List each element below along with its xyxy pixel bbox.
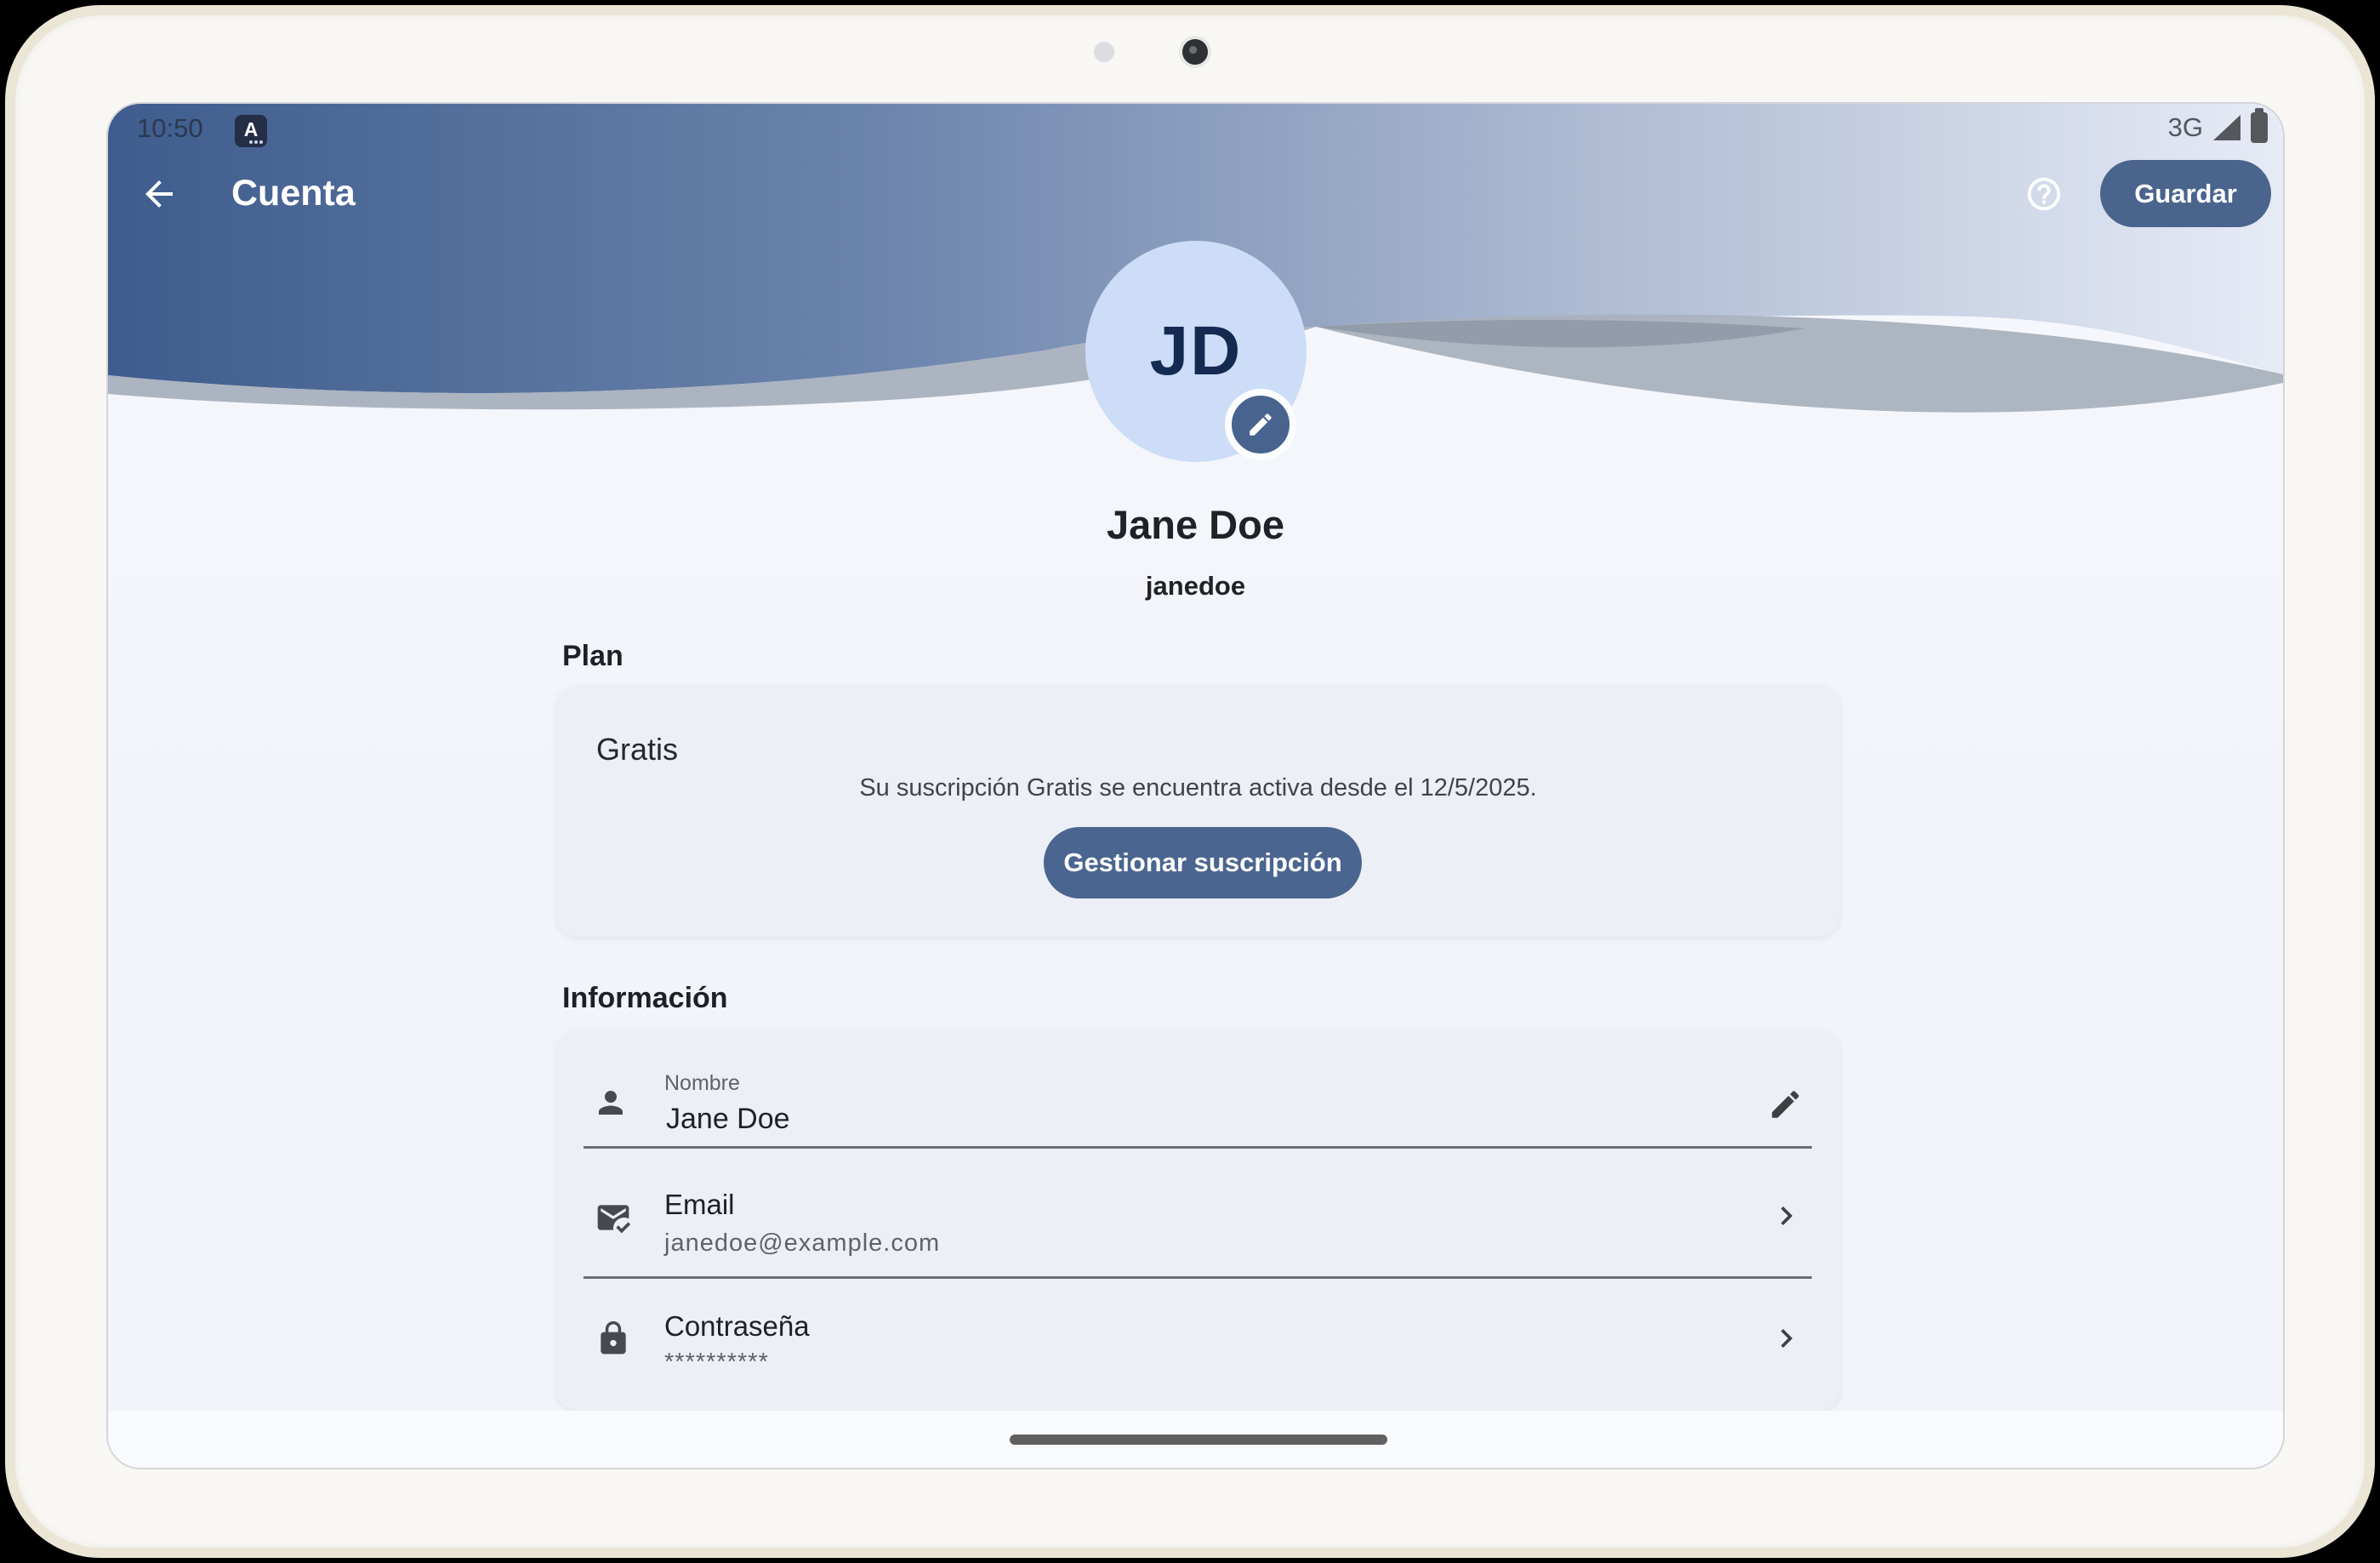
profile-name: Jane Doe (108, 501, 2283, 548)
signal-strength-icon (2213, 115, 2241, 140)
back-arrow-icon (139, 174, 179, 214)
battery-icon (2251, 112, 2268, 143)
help-button[interactable] (2024, 174, 2064, 214)
info-card: Nombre Jane Doe Email janedoe@example.co… (556, 1030, 1840, 1411)
manage-subscription-label: Gestionar suscripción (1063, 847, 1341, 878)
name-field-value: Jane Doe (666, 1103, 790, 1136)
front-camera-icon (1179, 36, 1211, 68)
gesture-handle[interactable] (1010, 1435, 1387, 1445)
help-icon (2024, 174, 2064, 214)
chevron-right-icon[interactable] (1768, 1320, 1805, 1357)
avatar-edit-button[interactable] (1225, 389, 1296, 460)
info-section-label: Información (562, 982, 728, 1015)
save-button-label: Guardar (2134, 179, 2237, 209)
divider (584, 1146, 1812, 1149)
divider (584, 1276, 1812, 1279)
avatar-initials: JD (1150, 311, 1243, 391)
light-sensor-dot (1094, 42, 1114, 62)
name-field-label: Nombre (664, 1071, 740, 1096)
manage-subscription-button[interactable]: Gestionar suscripción (1044, 827, 1362, 898)
ime-keyboard-icon: A (235, 115, 267, 147)
lock-icon (595, 1320, 632, 1357)
status-icons-cluster: 3G (2168, 111, 2268, 145)
screenshot-canvas: 10:50 A 3G Cuenta (0, 0, 2380, 1563)
password-row-label: Contraseña (664, 1310, 810, 1343)
person-icon (593, 1085, 629, 1121)
page-title: Cuenta (231, 173, 356, 214)
plan-tier-label: Gratis (596, 732, 678, 767)
email-row-label: Email (664, 1189, 735, 1221)
email-row-value: janedoe@example.com (664, 1229, 940, 1258)
profile-username: janedoe (108, 571, 2283, 602)
pencil-icon (1246, 410, 1275, 439)
ime-letter: A (235, 115, 267, 144)
network-type-label: 3G (2168, 112, 2203, 143)
edit-name-pencil-icon[interactable] (1768, 1087, 1803, 1122)
plan-section-label: Plan (562, 640, 623, 673)
plan-status-text: Su suscripción Gratis se encuentra activ… (556, 774, 1840, 802)
ime-dots (259, 140, 263, 144)
chevron-right-icon[interactable] (1768, 1197, 1805, 1235)
save-button[interactable]: Guardar (2100, 160, 2271, 227)
gesture-nav-bar (108, 1411, 2283, 1468)
app-screen: 10:50 A 3G Cuenta (108, 104, 2283, 1468)
plan-card: Gratis Su suscripción Gratis se encuentr… (556, 686, 1840, 937)
tablet-frame: 10:50 A 3G Cuenta (5, 5, 2375, 1558)
mark-email-read-icon (595, 1199, 632, 1236)
password-row-value: ********** (664, 1349, 769, 1377)
status-time: 10:50 (137, 113, 203, 144)
back-button[interactable] (139, 174, 186, 214)
